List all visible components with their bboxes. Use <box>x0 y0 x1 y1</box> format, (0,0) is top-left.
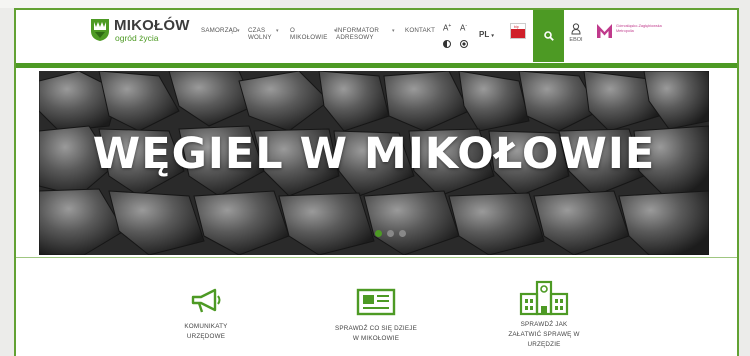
font-plus-label: + <box>448 23 452 29</box>
website-frame: MIKOŁÓW ogród życia SAMORZĄD ▾ CZAS WOLN… <box>14 8 739 356</box>
chevron-down-icon: ▾ <box>392 28 395 34</box>
tile-label-line: KOMUNIKATY <box>184 323 228 330</box>
nav-item-label: MIKOŁOWIE <box>290 34 328 41</box>
tile-label-line: URZĘDZIE <box>527 341 561 348</box>
tile-sprawdz-co-sie-dzieje[interactable]: SPRAWDŹ CO SIĘ DZIEJE W MIKOŁOWIE <box>321 288 431 344</box>
tile-label-line: SPRAWDŹ JAK <box>520 321 568 328</box>
nav-item-o-mikolowie[interactable]: O MIKOŁOWIE <box>290 27 328 41</box>
language-selector[interactable]: PL ▾ <box>479 30 494 39</box>
browser-top-band <box>0 0 270 8</box>
tile-label-line: W MIKOŁOWIE <box>352 335 400 342</box>
metropolia-link[interactable]: Górnośląsko-Zagłębiowska Metropolia <box>596 22 662 39</box>
search-button[interactable] <box>533 10 564 62</box>
slider-dots <box>375 230 406 237</box>
search-icon <box>543 31 554 41</box>
metropolia-logo-icon <box>596 22 613 39</box>
slider-dot[interactable] <box>399 230 406 237</box>
hero-slider[interactable]: WĘGIEL W MIKOŁOWIE › <box>39 71 709 255</box>
chevron-down-icon: ▾ <box>276 28 279 34</box>
font-decrease-button[interactable]: A- <box>460 23 467 33</box>
nav-item-label: KONTAKT <box>405 27 436 34</box>
ebok-link[interactable]: EBOI <box>568 23 584 43</box>
tile-label-line: URZĘDOWE <box>186 333 226 340</box>
nav-item-czas-wolny[interactable]: CZAS WOLNY <box>248 27 272 41</box>
page: MIKOŁÓW ogród życia SAMORZĄD ▾ CZAS WOLN… <box>0 0 750 356</box>
megaphone-icon <box>191 288 221 313</box>
nav-item-label: INFORMATOR <box>336 27 380 34</box>
tile-label-line: ZAŁATWIĆ SPRAWĘ W <box>508 331 580 338</box>
language-current: PL <box>479 30 490 39</box>
slider-dot-active[interactable] <box>375 230 382 237</box>
nav-item-kontakt[interactable]: KONTAKT <box>405 27 435 34</box>
contrast-icon[interactable] <box>443 40 451 48</box>
site-header: MIKOŁÓW ogród życia SAMORZĄD ▾ CZAS WOLN… <box>16 10 737 62</box>
nav-item-label: CZAS <box>248 27 266 34</box>
nav-item-informator-adresowy[interactable]: INFORMATOR ADRESOWY <box>336 27 379 41</box>
bip-flag-icon <box>511 29 525 38</box>
user-icon <box>571 23 581 35</box>
chevron-down-icon: ▾ <box>491 33 494 39</box>
newspaper-icon <box>356 288 396 316</box>
tile-komunikaty[interactable]: KOMUNIKATY URZĘDOWE <box>151 288 261 342</box>
nav-item-label: O <box>290 27 296 34</box>
font-increase-button[interactable]: A+ <box>443 23 451 33</box>
contrast-alt-icon[interactable] <box>460 40 468 48</box>
nav-item-label: WOLNY <box>248 34 272 41</box>
nav-item-label: ADRESOWY <box>336 34 374 41</box>
tile-label-line: SPRAWDŹ CO SIĘ DZIEJE <box>335 325 417 332</box>
font-minus-label: - <box>465 23 468 29</box>
logo-title: MIKOŁÓW <box>114 17 190 34</box>
site-logo[interactable]: MIKOŁÓW ogród życia <box>90 18 190 43</box>
chevron-down-icon: ▾ <box>237 28 240 34</box>
nav-item-label: SAMORZĄD <box>201 27 238 34</box>
crest-icon <box>91 19 109 41</box>
logo-subtitle: ogród życia <box>115 33 159 43</box>
slider-dot[interactable] <box>387 230 394 237</box>
city-hall-icon <box>519 280 569 316</box>
tile-jak-zalatwic-sprawe[interactable]: SPRAWDŹ JAK ZAŁATWIĆ SPRAWĘ W URZĘDZIE <box>489 280 599 350</box>
bip-link[interactable]: bip <box>510 23 526 39</box>
nav-item-samorzad[interactable]: SAMORZĄD <box>201 27 238 34</box>
header-accent-bar <box>16 63 737 68</box>
section-divider <box>16 257 737 258</box>
ebok-label: EBOI <box>569 37 583 43</box>
metropolia-label: Górnośląsko-Zagłębiowska Metropolia <box>616 24 662 33</box>
hero-title: WĘGIEL W MIKOŁOWIE <box>92 129 656 179</box>
